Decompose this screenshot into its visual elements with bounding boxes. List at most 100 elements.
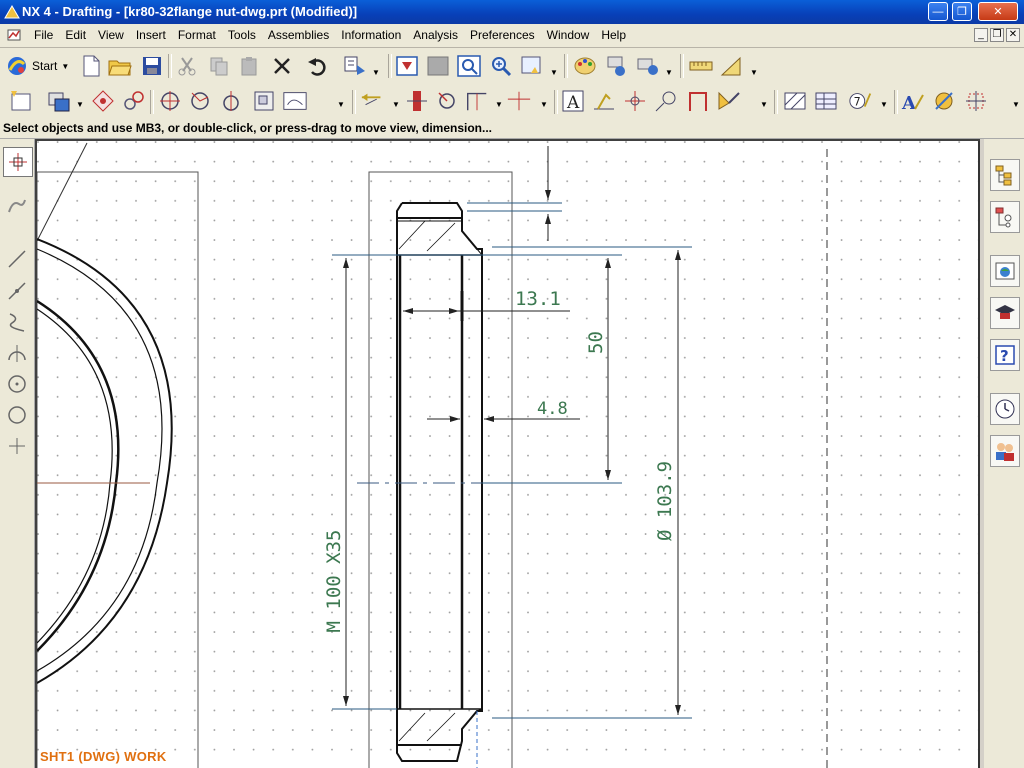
annotation-edit-icon[interactable] <box>931 88 957 114</box>
start-button[interactable]: Start ▼ <box>6 54 69 78</box>
doc-minimize-button[interactable]: _ <box>974 28 988 42</box>
shaded-view-icon[interactable] <box>425 53 451 79</box>
chevron-down-icon[interactable]: ▼ <box>372 68 380 77</box>
text-style-icon[interactable]: A <box>900 88 926 114</box>
menu-assemblies[interactable]: Assemblies <box>262 28 335 42</box>
cut-icon[interactable] <box>174 53 200 79</box>
tabular-note-icon[interactable] <box>813 88 839 114</box>
drawing-canvas[interactable]: 13.1 50 4.8 M 100 X35 Ø 103.9 <box>35 139 980 768</box>
menu-insert[interactable]: Insert <box>130 28 172 42</box>
pan-icon[interactable] <box>520 53 546 79</box>
crosshatch-icon[interactable] <box>782 88 808 114</box>
revolved-section-icon[interactable] <box>218 88 244 114</box>
chevron-down-icon[interactable]: ▼ <box>76 100 84 109</box>
help-icon[interactable]: ? <box>990 339 1020 371</box>
web-browser-icon[interactable] <box>990 255 1020 287</box>
maximize-button[interactable]: ❐ <box>952 2 972 21</box>
balloon-icon[interactable]: 7 <box>848 88 874 114</box>
projected-view-icon[interactable] <box>90 88 116 114</box>
chevron-down-icon[interactable]: ▼ <box>750 68 758 77</box>
menu-view[interactable]: View <box>92 28 130 42</box>
origin-tool-icon[interactable] <box>963 88 989 114</box>
doc-close-button[interactable]: ✕ <box>1006 28 1020 42</box>
inferred-dimension-icon[interactable] <box>360 88 386 114</box>
dim-diameter[interactable]: Ø 103.9 <box>654 461 676 541</box>
half-section-icon[interactable] <box>187 88 213 114</box>
chevron-down-icon[interactable]: ▼ <box>495 100 503 109</box>
datum-feature-icon[interactable] <box>622 88 648 114</box>
line-point-tool-icon[interactable] <box>3 277 31 305</box>
view-boundary-icon[interactable] <box>282 88 308 114</box>
radius-dimension-icon[interactable] <box>434 88 460 114</box>
annotation-text-icon[interactable]: A <box>560 88 586 114</box>
chevron-down-icon[interactable]: ▼ <box>760 100 768 109</box>
sketch-tool-icon[interactable] <box>3 191 31 219</box>
thickness-dimension-icon[interactable] <box>404 88 430 114</box>
line-tool-icon[interactable] <box>3 245 31 273</box>
chevron-down-icon[interactable]: ▼ <box>550 68 558 77</box>
assembly-navigator-icon[interactable] <box>990 159 1020 191</box>
chevron-down-icon[interactable]: ▼ <box>337 100 345 109</box>
chevron-down-icon[interactable]: ▼ <box>1012 100 1020 109</box>
delete-icon[interactable] <box>269 53 295 79</box>
menu-edit[interactable]: Edit <box>59 28 92 42</box>
part-navigator-icon[interactable] <box>990 201 1020 233</box>
training-icon[interactable] <box>990 297 1020 329</box>
select-tool-icon[interactable] <box>3 147 33 177</box>
point-tool-icon[interactable] <box>3 432 31 460</box>
weld-symbol-icon[interactable] <box>716 88 742 114</box>
menu-window[interactable]: Window <box>541 28 596 42</box>
new-sheet-icon[interactable] <box>8 88 34 114</box>
fit-view-icon[interactable] <box>394 53 420 79</box>
history-icon[interactable] <box>990 393 1020 425</box>
selection-filter-icon[interactable] <box>342 53 368 79</box>
move-layer-icon[interactable] <box>635 53 661 79</box>
menu-help[interactable]: Help <box>595 28 632 42</box>
dim-thread[interactable]: M 100 X35 <box>323 530 345 633</box>
break-out-section-icon[interactable] <box>251 88 277 114</box>
detail-view-icon[interactable] <box>121 88 147 114</box>
roles-icon[interactable] <box>990 435 1020 467</box>
surface-finish-icon[interactable] <box>685 88 711 114</box>
chevron-down-icon[interactable]: ▼ <box>880 100 888 109</box>
nx-doc-icon[interactable] <box>6 27 22 43</box>
new-file-icon[interactable] <box>78 53 104 79</box>
menu-format[interactable]: Format <box>172 28 222 42</box>
centerline-icon[interactable] <box>506 88 532 114</box>
open-folder-icon[interactable] <box>107 53 133 79</box>
dim-4-8[interactable]: 4.8 <box>537 399 568 419</box>
arc-tool-icon[interactable] <box>3 339 31 367</box>
save-icon[interactable] <box>139 53 165 79</box>
measure-angle-icon[interactable] <box>719 53 745 79</box>
dim-13-1[interactable]: 13.1 <box>515 288 561 310</box>
paste-icon[interactable] <box>237 53 263 79</box>
menu-analysis[interactable]: Analysis <box>407 28 464 42</box>
dim-50[interactable]: 50 <box>585 331 607 354</box>
chevron-down-icon[interactable]: ▼ <box>540 100 548 109</box>
close-button[interactable]: ✕ <box>978 2 1018 21</box>
ordinate-dimension-icon[interactable] <box>464 88 490 114</box>
left-palette <box>0 139 35 768</box>
section-line-icon[interactable] <box>157 88 183 114</box>
color-palette-icon[interactable] <box>572 53 598 79</box>
circle-center-tool-icon[interactable] <box>3 370 31 398</box>
zoom-window-icon[interactable] <box>456 53 482 79</box>
menu-information[interactable]: Information <box>335 28 407 42</box>
add-base-view-icon[interactable] <box>46 88 72 114</box>
id-symbol-icon[interactable] <box>653 88 679 114</box>
chevron-down-icon[interactable]: ▼ <box>392 100 400 109</box>
measure-distance-icon[interactable] <box>688 53 714 79</box>
menu-tools[interactable]: Tools <box>222 28 262 42</box>
copy-icon[interactable] <box>206 53 232 79</box>
menu-file[interactable]: File <box>28 28 59 42</box>
layer-settings-icon[interactable] <box>603 53 629 79</box>
minimize-button[interactable]: — <box>928 2 948 21</box>
feature-control-frame-icon[interactable] <box>591 88 617 114</box>
zoom-icon[interactable] <box>488 53 514 79</box>
doc-restore-button[interactable]: ❐ <box>990 28 1004 42</box>
chevron-down-icon[interactable]: ▼ <box>665 68 673 77</box>
circle-tool-icon[interactable] <box>3 401 31 429</box>
undo-icon[interactable] <box>305 53 331 79</box>
spline-tool-icon[interactable] <box>3 308 31 336</box>
menu-preferences[interactable]: Preferences <box>464 28 541 42</box>
